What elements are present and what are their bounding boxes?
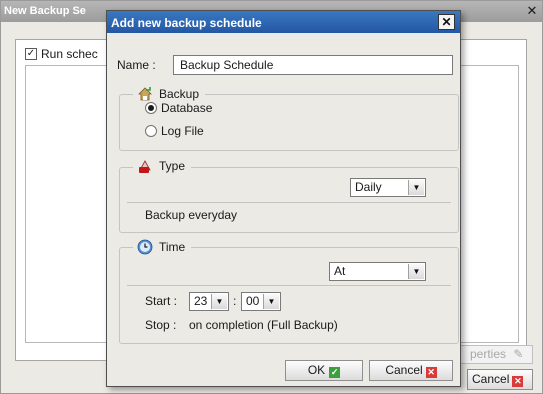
check-icon: ✓ <box>329 367 341 378</box>
add-backup-schedule-dialog: Add new backup schedule ✕ Name : Backup … <box>106 10 461 387</box>
dialog-close-button[interactable]: ✕ <box>438 14 455 30</box>
frequency-value: Daily <box>355 180 382 194</box>
background-title: New Backup Se <box>4 5 86 17</box>
stop-value: on completion (Full Backup) <box>189 318 338 332</box>
type-group <box>119 167 459 233</box>
ok-button[interactable]: OK ✓ <box>285 360 363 381</box>
radio-selected-icon <box>145 102 157 114</box>
time-legend-label: Time <box>159 240 186 254</box>
dropdown-arrow-icon: ▼ <box>408 264 424 279</box>
start-minute-select[interactable]: 00 ▼ <box>241 292 281 311</box>
background-cancel-label: Cancel <box>472 372 510 386</box>
start-hour-select[interactable]: 23 ▼ <box>189 292 229 311</box>
ok-label: OK <box>307 363 326 377</box>
backup-legend-label: Backup <box>159 87 200 101</box>
run-schedule-checkbox[interactable]: ✓ Run schec <box>25 47 98 61</box>
log-file-radio[interactable]: Log File <box>145 124 204 138</box>
frequency-select[interactable]: Daily ▼ <box>350 178 426 197</box>
start-label: Start : <box>145 294 178 308</box>
name-label: Name : <box>117 58 156 72</box>
background-close-icon[interactable]: ✕ <box>524 3 540 19</box>
dialog-title-bar: Add new backup schedule <box>107 11 460 33</box>
cancel-icon: ✕ <box>512 376 524 387</box>
type-description: Backup everyday <box>145 208 238 222</box>
backup-icon <box>138 87 152 101</box>
properties-button[interactable]: perties ✎ <box>457 345 533 364</box>
time-separator: : <box>233 294 237 308</box>
dropdown-arrow-icon: ▼ <box>211 294 227 309</box>
type-divider <box>127 202 451 203</box>
time-mode-value: At <box>334 264 346 278</box>
radio-unselected-icon <box>145 125 157 137</box>
dropdown-arrow-icon: ▼ <box>408 180 424 195</box>
cancel-button[interactable]: Cancel ✕ <box>369 360 453 381</box>
dialog-title: Add new backup schedule <box>111 16 262 30</box>
log-file-radio-label: Log File <box>161 124 204 138</box>
stop-label: Stop : <box>145 318 177 332</box>
cancel-label: Cancel <box>385 363 423 377</box>
cancel-icon: ✕ <box>425 367 437 378</box>
edit-icon: ✎ <box>513 347 524 361</box>
properties-label: perties <box>470 347 507 361</box>
background-cancel-button[interactable]: Cancel ✕ <box>467 369 533 390</box>
database-radio-label: Database <box>161 101 213 115</box>
database-radio[interactable]: Database <box>145 101 212 115</box>
time-divider <box>127 285 451 286</box>
dropdown-arrow-icon: ▼ <box>263 294 279 309</box>
backup-legend: Backup <box>133 86 206 102</box>
name-input[interactable] <box>173 55 453 75</box>
start-hour-value: 23 <box>194 294 208 308</box>
clock-icon <box>137 239 153 255</box>
run-schedule-label: Run schec <box>41 47 98 61</box>
checkbox-checked-icon: ✓ <box>25 48 37 60</box>
type-legend-label: Type <box>159 159 186 173</box>
time-legend: Time <box>133 239 192 255</box>
type-legend: Type <box>133 158 192 174</box>
type-icon <box>139 160 151 173</box>
time-mode-select[interactable]: At ▼ <box>329 262 426 281</box>
start-minute-value: 00 <box>246 294 260 308</box>
